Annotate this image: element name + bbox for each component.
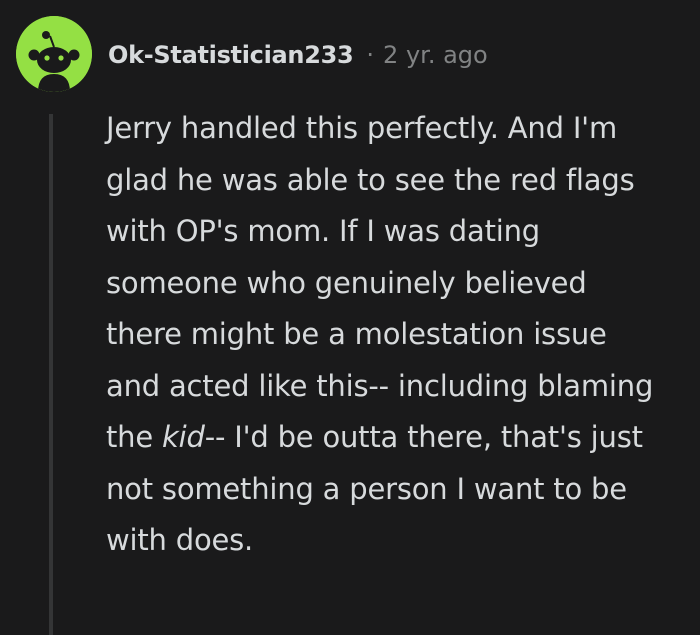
comment-header: Ok-Statistician233 · 2 yr. ago bbox=[108, 35, 488, 75]
comment-body-emphasis: kid bbox=[162, 420, 205, 454]
reddit-snoo-avatar-icon bbox=[16, 16, 92, 92]
comment-body-text: Jerry handled this perfectly. And I'm gl… bbox=[106, 111, 654, 454]
thread-collapse-line[interactable] bbox=[49, 114, 53, 635]
comment: Ok-Statistician233 · 2 yr. ago Jerry han… bbox=[0, 0, 700, 635]
comment-body: Jerry handled this perfectly. And I'm gl… bbox=[106, 103, 666, 567]
user-avatar[interactable] bbox=[16, 16, 92, 92]
author-username[interactable]: Ok-Statistician233 bbox=[108, 35, 354, 75]
comment-timestamp[interactable]: 2 yr. ago bbox=[383, 35, 488, 75]
meta-separator: · bbox=[366, 41, 375, 69]
